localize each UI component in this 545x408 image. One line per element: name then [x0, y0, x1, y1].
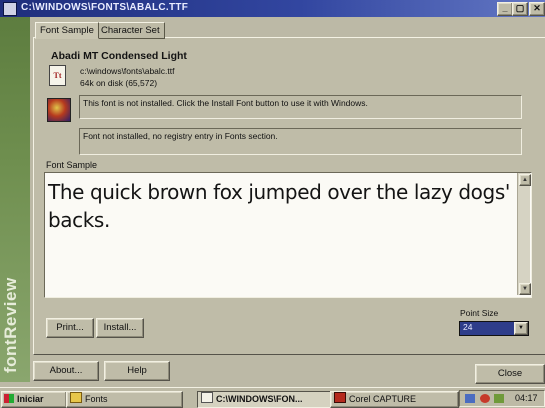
- taskbar-item-fonts[interactable]: Fonts: [66, 391, 183, 408]
- taskbar-item-label: C:\WINDOWS\FON...: [216, 394, 303, 404]
- taskbar-item-label: Corel CAPTURE: [349, 394, 417, 404]
- help-button[interactable]: Help: [104, 361, 170, 381]
- scroll-down-icon[interactable]: ▼: [519, 283, 531, 295]
- font-name: Abadi MT Condensed Light: [51, 50, 187, 62]
- font-path: c:\windows\fonts\abalc.ttf: [80, 66, 175, 76]
- install-button[interactable]: Install...: [96, 318, 144, 338]
- close-button[interactable]: Close: [475, 364, 545, 384]
- truetype-file-icon: Tt: [49, 65, 66, 86]
- install-status-text: This font is not installed. Click the In…: [83, 98, 368, 108]
- maximize-button[interactable]: ▢: [512, 2, 528, 16]
- start-label: Iniciar: [17, 394, 44, 404]
- point-size-value: 24: [463, 322, 473, 332]
- print-button[interactable]: Print...: [46, 318, 94, 338]
- chevron-down-icon[interactable]: ▼: [514, 322, 528, 335]
- registry-status-text: Font not installed, no registry entry in…: [83, 131, 278, 141]
- title-bar[interactable]: C:\WINDOWS\FONTS\ABALC.TTF _ ▢ ✕: [0, 0, 545, 17]
- about-button[interactable]: About...: [33, 361, 99, 381]
- taskbar-item-font-window[interactable]: C:\WINDOWS\FON...: [197, 391, 333, 408]
- point-size-label: Point Size: [460, 308, 499, 318]
- start-button[interactable]: Iniciar: [1, 391, 67, 408]
- taskbar-item-corel-capture[interactable]: Corel CAPTURE: [330, 391, 459, 408]
- minimize-button[interactable]: _: [497, 2, 513, 16]
- warning-icon: [47, 98, 71, 122]
- windows-logo-icon: [4, 394, 14, 403]
- folder-icon: [70, 392, 82, 403]
- close-window-button[interactable]: ✕: [529, 2, 545, 16]
- network-icon[interactable]: [494, 394, 504, 403]
- antivirus-icon[interactable]: [480, 394, 490, 403]
- taskbar-item-label: Fonts: [85, 394, 108, 404]
- speaker-icon[interactable]: [465, 394, 475, 403]
- tab-character-set[interactable]: Character Set: [96, 22, 165, 39]
- corel-capture-icon: [334, 392, 346, 403]
- font-sample-label: Font Sample: [46, 160, 98, 170]
- scroll-up-icon[interactable]: ▲: [519, 174, 531, 186]
- window-title: C:\WINDOWS\FONTS\ABALC.TTF: [21, 2, 189, 13]
- font-file-icon: [201, 392, 213, 403]
- clock: 04:17: [515, 393, 538, 403]
- brand-logo: fontReview: [1, 277, 20, 373]
- tab-font-sample[interactable]: Font Sample: [35, 22, 99, 39]
- font-sample-text: The quick brown fox jumped over the lazy…: [48, 180, 510, 232]
- sample-scrollbar[interactable]: ▲ ▼: [517, 173, 531, 295]
- app-icon[interactable]: [3, 2, 17, 16]
- font-file-size: 64k on disk (65,572): [80, 78, 158, 88]
